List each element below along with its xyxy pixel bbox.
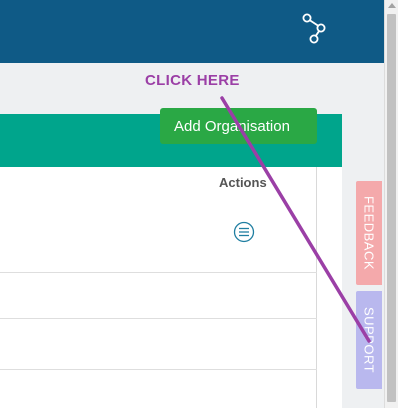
table-divider: [0, 369, 317, 370]
table-divider: [0, 318, 317, 319]
share-icon[interactable]: [299, 13, 329, 45]
list-menu-icon[interactable]: [233, 221, 255, 243]
organisations-panel: [0, 114, 342, 408]
add-organisation-button[interactable]: Add Organisation: [160, 108, 317, 144]
vertical-scrollbar[interactable]: [384, 0, 398, 408]
actions-column-header: Actions: [219, 175, 267, 190]
support-tab[interactable]: SUPPORT: [356, 291, 382, 389]
top-bar: [0, 0, 384, 63]
click-here-annotation: CLICK HERE: [145, 72, 240, 89]
feedback-tab[interactable]: FEEDBACK: [356, 181, 382, 285]
organisations-card: [0, 167, 317, 408]
table-divider: [0, 272, 317, 273]
feedback-tab-label: FEEDBACK: [361, 195, 377, 271]
support-tab-label: SUPPORT: [361, 306, 377, 374]
scroll-thumb[interactable]: [387, 14, 396, 402]
scroll-up-arrow-icon[interactable]: [388, 3, 396, 8]
